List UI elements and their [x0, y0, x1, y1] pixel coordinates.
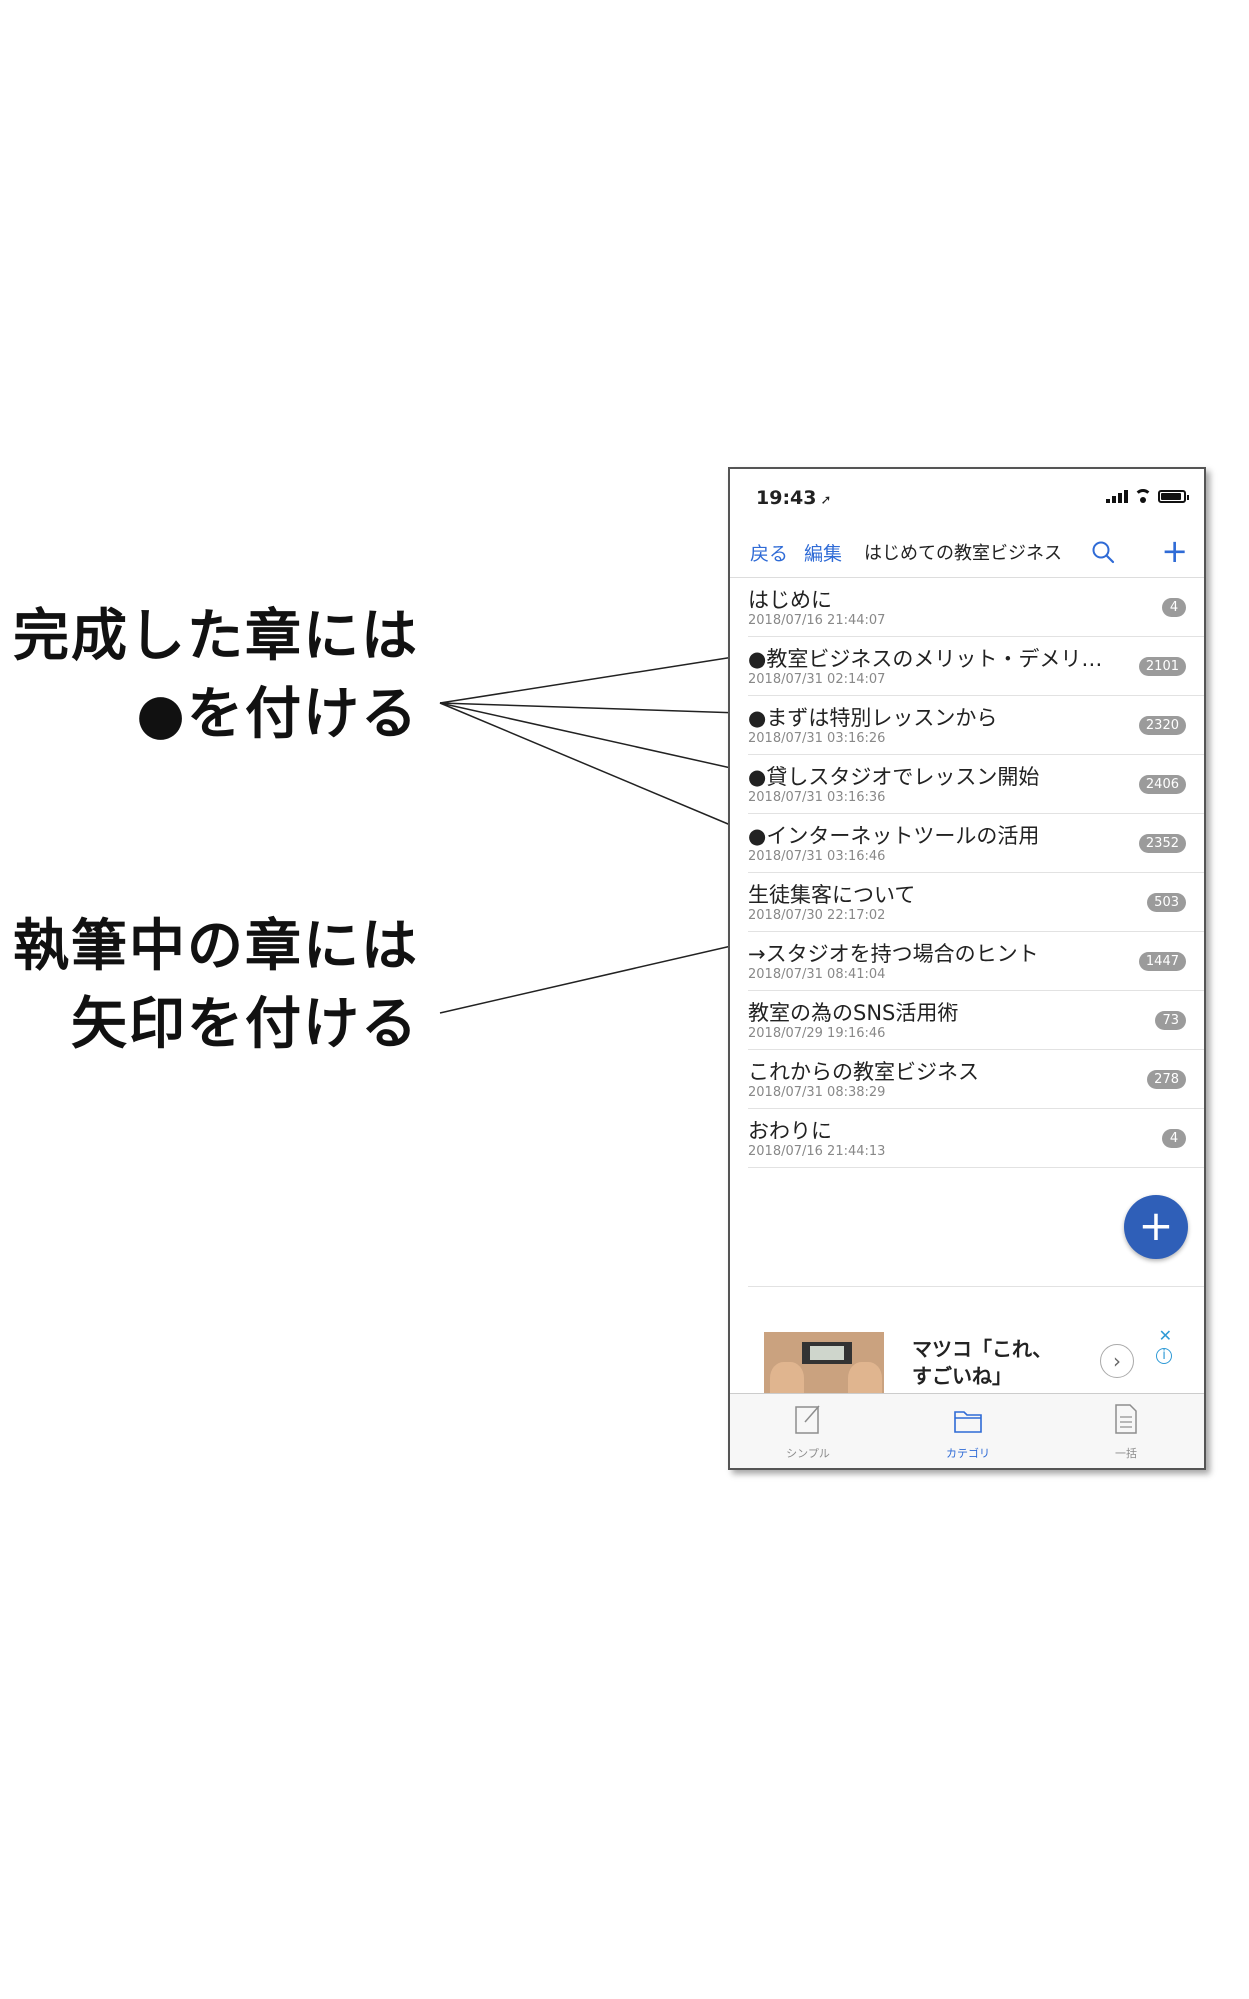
chapter-date: 2018/07/16 21:44:07 — [748, 613, 886, 628]
chapter-date: 2018/07/31 08:38:29 — [748, 1085, 886, 1100]
list-item[interactable]: 生徒集客について 2018/07/30 22:17:02 503 — [748, 873, 1204, 932]
character-count-badge: 2101 — [1138, 657, 1186, 676]
close-icon[interactable]: ✕ — [1159, 1326, 1172, 1345]
list-item[interactable]: これからの教室ビジネス 2018/07/31 08:38:29 278 — [748, 1050, 1204, 1109]
character-count-badge: 278 — [1147, 1070, 1186, 1089]
navigation-bar: 戻る 編集 はじめての教室ビジネス + — [730, 531, 1204, 578]
connector-line — [439, 702, 741, 830]
list-item[interactable]: ●まずは特別レッスンから 2018/07/31 03:16:26 2320 — [748, 696, 1204, 755]
search-icon[interactable] — [1090, 539, 1116, 565]
chapter-title: これからの教室ビジネス — [748, 1060, 979, 1084]
chapter-title: ●まずは特別レッスンから — [748, 706, 998, 730]
annotation-completed: 完成した章には ●を付ける — [13, 597, 419, 753]
ad-text-line: マツコ「これ、 — [912, 1337, 1053, 1361]
chapter-title: 生徒集客について — [748, 883, 916, 907]
chapter-date: 2018/07/31 03:16:26 — [748, 731, 886, 746]
add-chapter-button[interactable]: + — [1124, 1195, 1188, 1259]
chapter-date: 2018/07/29 19:16:46 — [748, 1026, 886, 1041]
ad-text[interactable]: マツコ「これ、 すごいね」 — [912, 1336, 1052, 1390]
chapter-title: ●教室ビジネスのメリット・デメリ… — [748, 647, 1103, 671]
chapter-date: 2018/07/16 21:44:13 — [748, 1144, 886, 1159]
tab-label: シンプル — [786, 1447, 830, 1460]
chapter-title: →スタジオを持つ場合のヒント — [748, 942, 1039, 966]
annotation-in-progress: 執筆中の章には 矢印を付ける — [13, 907, 419, 1063]
tab-bar: シンプル カテゴリ 一括 — [730, 1393, 1204, 1468]
ad-image-scale — [802, 1342, 852, 1364]
chapter-title: ●インターネットツールの活用 — [748, 824, 1040, 848]
connector-line — [439, 655, 741, 704]
back-button[interactable]: 戻る — [750, 539, 788, 566]
chapter-title: はじめに — [748, 588, 832, 612]
character-count-badge: 503 — [1147, 893, 1186, 912]
ad-image-foot — [848, 1362, 882, 1395]
annotation-line: 矢印を付ける — [71, 991, 419, 1057]
list-item[interactable]: ●教室ビジネスのメリット・デメリ… 2018/07/31 02:14:07 2101 — [748, 637, 1204, 696]
document-icon — [1115, 1404, 1137, 1434]
chapter-date: 2018/07/31 08:41:04 — [748, 967, 886, 982]
chapter-title: 教室の為のSNS活用術 — [748, 1001, 959, 1025]
chapter-date: 2018/07/31 02:14:07 — [748, 672, 886, 687]
tab-label: 一括 — [1115, 1447, 1137, 1460]
signal-icon — [1106, 490, 1128, 503]
connector-line — [439, 702, 741, 714]
character-count-badge: 2406 — [1138, 775, 1186, 794]
page-title: はじめての教室ビジネス — [864, 543, 1062, 564]
status-icons — [1106, 489, 1189, 503]
list-item[interactable]: ●貸しスタジオでレッスン開始 2018/07/31 03:16:36 2406 — [748, 755, 1204, 814]
connector-line — [439, 702, 741, 771]
list-item[interactable]: おわりに 2018/07/16 21:44:13 4 — [748, 1109, 1204, 1168]
pencil-note-icon — [795, 1405, 820, 1434]
chapter-date: 2018/07/30 22:17:02 — [748, 908, 886, 923]
chapter-date: 2018/07/31 03:16:46 — [748, 849, 886, 864]
chapter-date: 2018/07/31 03:16:36 — [748, 790, 886, 805]
wifi-icon — [1134, 489, 1152, 503]
ad-image[interactable] — [764, 1332, 884, 1395]
connector-line — [439, 943, 741, 1014]
phone-screenshot: 19:43 ➚ 戻る 編集 はじめての教室ビジネス + はじめに 2018/07/1… — [728, 467, 1206, 1470]
plus-icon[interactable]: + — [1161, 531, 1188, 571]
chapter-title: おわりに — [748, 1119, 832, 1143]
character-count-badge: 4 — [1162, 1129, 1186, 1148]
annotation-line: 完成した章には — [13, 603, 419, 669]
list-empty-area: + — [748, 1168, 1204, 1287]
character-count-badge: 2320 — [1138, 716, 1186, 735]
ad-banner[interactable]: マツコ「これ、 すごいね」 › ✕ i — [764, 1326, 1174, 1395]
list-item[interactable]: →スタジオを持つ場合のヒント 2018/07/31 08:41:04 1447 — [748, 932, 1204, 991]
ad-image-foot — [770, 1362, 804, 1395]
status-bar: 19:43 ➚ — [730, 469, 1204, 531]
info-icon[interactable]: i — [1156, 1348, 1172, 1364]
character-count-badge: 4 — [1162, 598, 1186, 617]
tab-batch[interactable]: 一括 — [1076, 1402, 1176, 1461]
character-count-badge: 73 — [1155, 1011, 1186, 1030]
annotation-line: ●を付ける — [136, 681, 419, 747]
tab-simple[interactable]: シンプル — [758, 1402, 858, 1461]
battery-icon — [1158, 490, 1189, 503]
ad-text-line: すごいね」 — [912, 1364, 1012, 1388]
clock: 19:43 — [756, 487, 817, 509]
folder-icon — [954, 1411, 982, 1433]
annotation-line: 執筆中の章には — [13, 913, 419, 979]
list-item[interactable]: 教室の為のSNS活用術 2018/07/29 19:16:46 73 — [748, 991, 1204, 1050]
chapter-list: はじめに 2018/07/16 21:44:07 4 ●教室ビジネスのメリット・デメリ… — [730, 578, 1204, 1168]
list-item[interactable]: はじめに 2018/07/16 21:44:07 4 — [748, 578, 1204, 637]
chapter-title: ●貸しスタジオでレッスン開始 — [748, 765, 1040, 789]
location-arrow-icon: ➚ — [820, 493, 832, 508]
tab-label: カテゴリ — [946, 1447, 990, 1460]
character-count-badge: 2352 — [1138, 834, 1186, 853]
status-time: 19:43 ➚ — [756, 487, 831, 509]
chevron-right-icon[interactable]: › — [1100, 1344, 1134, 1378]
character-count-badge: 1447 — [1138, 952, 1186, 971]
edit-button[interactable]: 編集 — [804, 539, 842, 566]
tab-category[interactable]: カテゴリ — [918, 1402, 1018, 1461]
list-item[interactable]: ●インターネットツールの活用 2018/07/31 03:16:46 2352 — [748, 814, 1204, 873]
